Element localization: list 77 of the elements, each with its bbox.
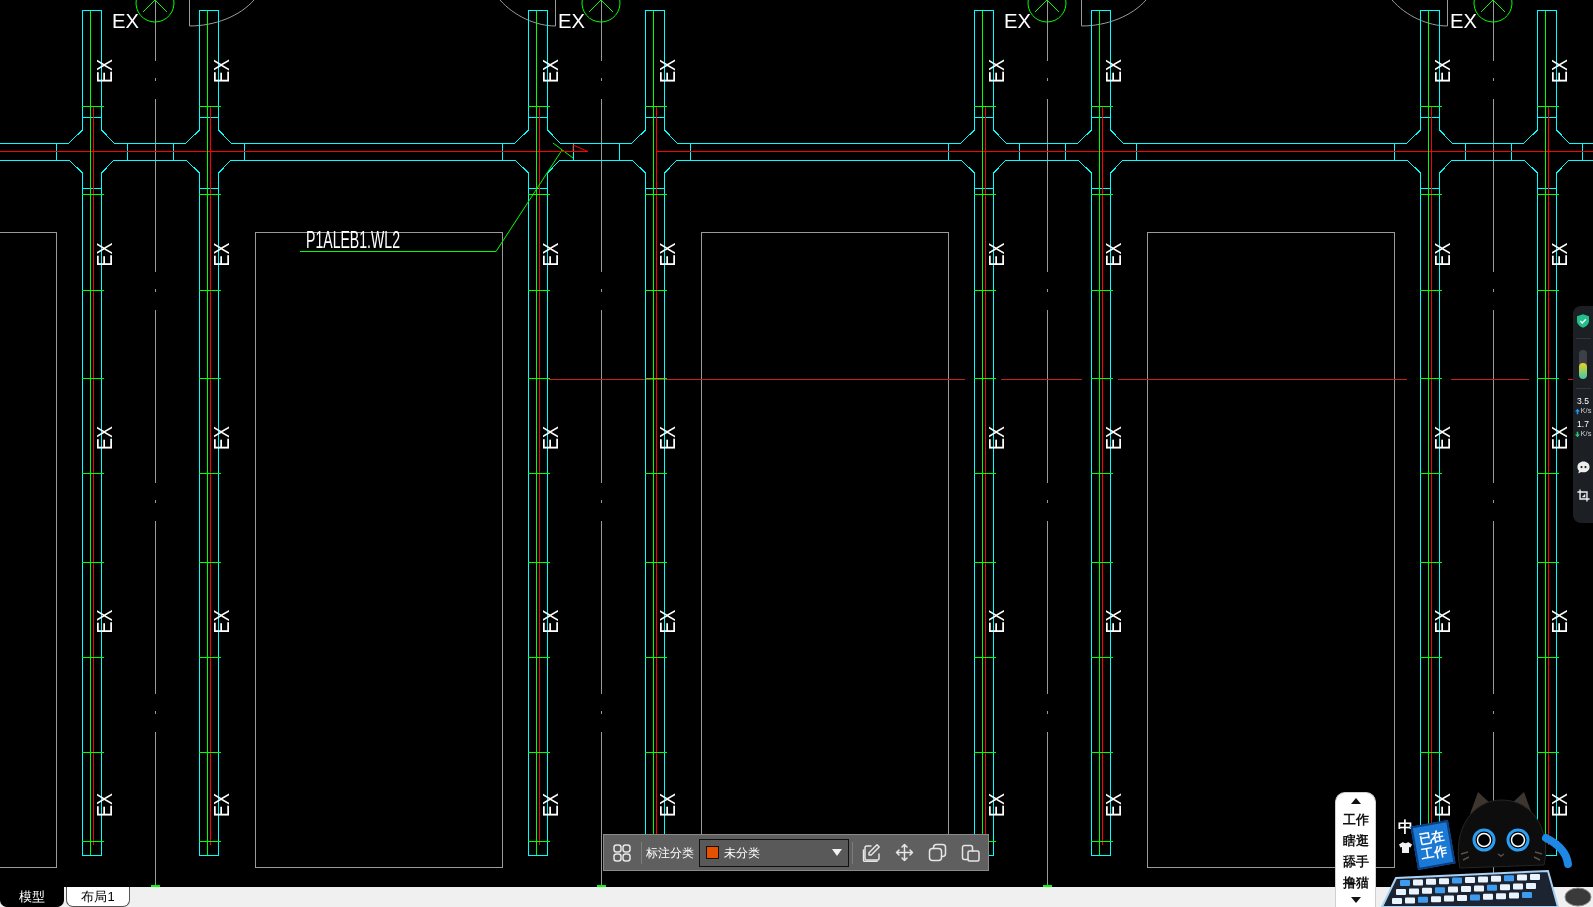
pet-menu-item[interactable]: 瞎逛: [1342, 831, 1369, 852]
door-arc: [1391, 0, 1448, 27]
wall-tag: EX: [91, 237, 117, 267]
wall-tag: EX: [208, 787, 234, 817]
pet-menu-item[interactable]: 舔手: [1342, 852, 1369, 873]
wall-tag: EX: [1546, 237, 1572, 267]
category-dropdown[interactable]: 未分类: [699, 838, 849, 867]
paste-icon[interactable]: [961, 843, 980, 862]
wall-tag: EX: [654, 53, 680, 83]
wall-tag: EX: [1100, 53, 1126, 83]
wall-tag: EX: [1546, 420, 1572, 450]
pet-menu-item[interactable]: 工作: [1342, 810, 1369, 831]
wall-tag: EX: [208, 237, 234, 267]
wall-tag: EX: [654, 420, 680, 450]
door-arc: [189, 0, 255, 27]
bay-label: EX: [1004, 9, 1032, 32]
up-arrow-icon: [1574, 407, 1580, 415]
wall-tag: EX: [537, 604, 563, 634]
cat-drawing[interactable]: [1457, 792, 1572, 869]
wall-tag: EX: [1429, 420, 1455, 450]
dimension-arrow: [548, 144, 589, 152]
door-arc: [1081, 0, 1147, 27]
wall-tag: EX: [1100, 787, 1126, 817]
wall-tag: EX: [537, 53, 563, 83]
computer-mouse-drawing: [1564, 887, 1592, 907]
wall-tag: EX: [1429, 53, 1455, 83]
wall-tag: EX: [537, 237, 563, 267]
wall-tag: EX: [654, 787, 680, 817]
shield-check-icon[interactable]: [1577, 314, 1589, 328]
wall-tag: EX: [1546, 604, 1572, 634]
wall-tag: EX: [1100, 604, 1126, 634]
wall-tag: EX: [91, 53, 117, 83]
scroll-up-icon[interactable]: [1350, 798, 1361, 804]
wall-tag: EX: [1546, 53, 1572, 83]
bay-label: EX: [558, 9, 586, 32]
toolbar-label: 标注分类: [646, 844, 694, 862]
wall-tag: EX: [1429, 787, 1455, 817]
wall-tag: EX: [983, 420, 1009, 450]
door-arc: [499, 0, 556, 27]
wall-tag: EX: [983, 53, 1009, 83]
wall-tag: EX: [1100, 420, 1126, 450]
wall-tag: EX: [1429, 604, 1455, 634]
input-mode-indicator[interactable]: 中: [1398, 818, 1413, 836]
layout-tab[interactable]: 模型: [0, 887, 64, 907]
wall-tag: EX: [1546, 787, 1572, 817]
chat-bubble-icon[interactable]: [1576, 461, 1590, 474]
wall-tag: EX: [537, 787, 563, 817]
wall-tag: EX: [91, 420, 117, 450]
layout-tab[interactable]: 布局1: [66, 887, 130, 907]
wall-tag: EX: [983, 787, 1009, 817]
annotation-label: P1ALEB1.WL2: [306, 227, 460, 253]
down-arrow-icon: [1574, 430, 1580, 438]
wall-tag: EX: [537, 420, 563, 450]
wall-tag: EX: [983, 604, 1009, 634]
wall-tag: EX: [208, 420, 234, 450]
wall-tag: EX: [983, 237, 1009, 267]
wall-tag: EX: [91, 604, 117, 634]
crop-icon[interactable]: [1576, 489, 1590, 502]
upload-speed: 3.5: [1577, 396, 1589, 406]
download-speed: 1.7: [1577, 419, 1589, 429]
wall-tag: EX: [654, 237, 680, 267]
wall-tag: EX: [208, 604, 234, 634]
wall-tag: EX: [654, 604, 680, 634]
bay-label: EX: [1450, 9, 1478, 32]
caret-icon: [832, 849, 842, 856]
shirt-icon[interactable]: [1399, 842, 1412, 853]
pet-menu-item[interactable]: 撸猫: [1342, 873, 1369, 894]
wall-tag: EX: [91, 787, 117, 817]
move-icon[interactable]: [895, 843, 914, 862]
copy-icon[interactable]: [928, 843, 947, 862]
wall-tag: EX: [1429, 237, 1455, 267]
scroll-down-icon[interactable]: [1350, 897, 1361, 903]
bay-label: EX: [112, 9, 140, 32]
edit-icon[interactable]: [862, 843, 881, 862]
grid-icon[interactable]: [613, 843, 631, 862]
wall-tag: EX: [1100, 237, 1126, 267]
wall-tag: EX: [208, 53, 234, 83]
